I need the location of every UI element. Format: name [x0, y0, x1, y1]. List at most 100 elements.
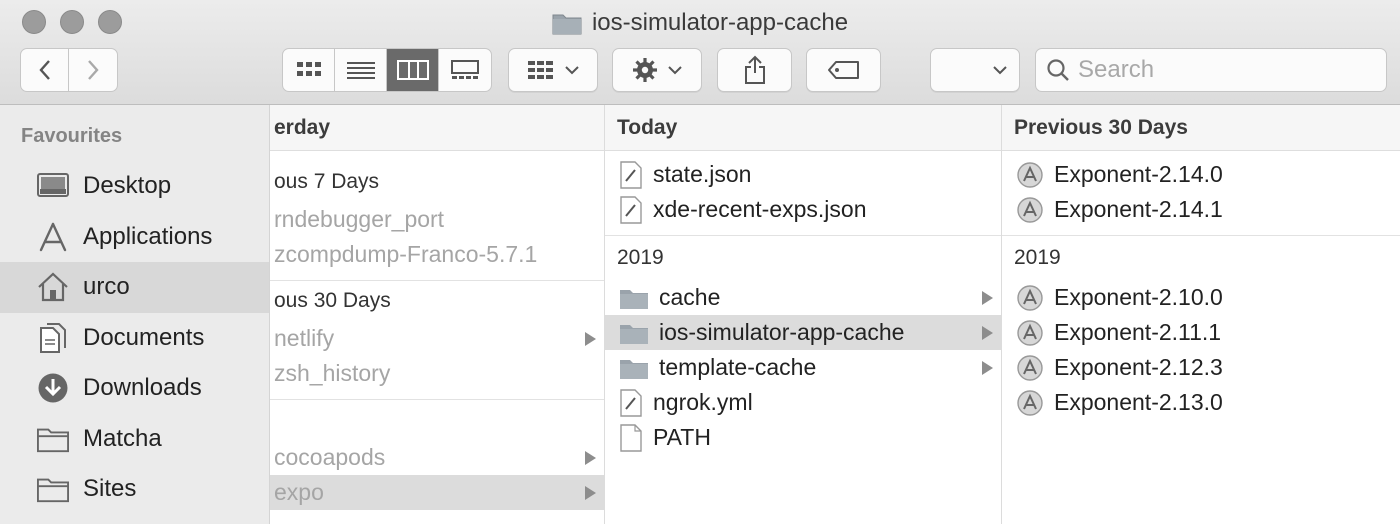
- share-button[interactable]: [717, 48, 792, 92]
- disclosure-arrow-icon: [585, 332, 596, 346]
- file-name: cache: [659, 284, 721, 310]
- grid-icon: [296, 62, 321, 76]
- list-item[interactable]: cache: [605, 280, 1001, 315]
- file-name: Exponent-2.12.3: [1054, 354, 1223, 380]
- sidebar-item-matcha[interactable]: Matcha: [0, 414, 269, 465]
- list-item[interactable]: expo: [258, 475, 604, 510]
- list-item[interactable]: Exponent-2.11.1: [1002, 315, 1400, 350]
- document-icon: [620, 195, 642, 224]
- path-dropdown[interactable]: [930, 48, 1020, 92]
- downloads-icon: [37, 372, 69, 404]
- list-item[interactable]: Exponent-2.13.0: [1002, 385, 1400, 420]
- share-icon: [744, 55, 765, 84]
- app-icon: [1017, 284, 1043, 311]
- list-item[interactable]: ngrok.yml: [605, 385, 1001, 420]
- column-selected-folder: Today state.json xde-recent-exps.json 20…: [605, 105, 1002, 524]
- group-by-button[interactable]: [508, 48, 598, 92]
- list-item[interactable]: Exponent-2.14.1: [1002, 192, 1400, 227]
- folder-icon: [37, 473, 69, 505]
- file-name: cocoapods: [274, 444, 386, 470]
- disclosure-arrow-icon: [982, 361, 993, 375]
- list-icon: [346, 62, 375, 79]
- file-name: rndebugger_port: [274, 206, 445, 232]
- sidebar-item-sites[interactable]: Sites: [0, 464, 269, 515]
- window-title: ios-simulator-app-cache: [591, 9, 849, 36]
- column-view-button[interactable]: [387, 49, 439, 91]
- search-input[interactable]: [1078, 56, 1368, 84]
- file-name: state.json: [653, 161, 752, 187]
- file-name: PATH: [653, 424, 711, 450]
- document-icon: [620, 160, 642, 189]
- list-item[interactable]: PATH: [605, 420, 1001, 455]
- column-header: Today: [605, 105, 1001, 151]
- group-label: 2019: [1014, 246, 1061, 269]
- column-header: Previous 30 Days: [1002, 105, 1400, 151]
- disclosure-arrow-icon: [982, 291, 993, 305]
- sidebar-item-label: Documents: [83, 323, 205, 351]
- tags-button[interactable]: [806, 48, 881, 92]
- folder-icon: [37, 423, 69, 455]
- list-item[interactable]: rndebugger_port: [258, 202, 604, 237]
- sidebar-item-label: Desktop: [83, 172, 172, 200]
- sidebar-item-label: urco: [83, 273, 130, 301]
- chevron-down-icon: [668, 66, 682, 75]
- sidebar-item-label: Downloads: [83, 374, 202, 402]
- chevron-down-icon: [565, 66, 579, 75]
- list-item[interactable]: Exponent-2.14.0: [1002, 157, 1400, 192]
- list-item[interactable]: netlify: [258, 321, 604, 356]
- sidebar-item-applications[interactable]: Applications: [0, 212, 269, 263]
- disclosure-arrow-icon: [982, 326, 993, 340]
- group-label: ous 7 Days: [274, 170, 380, 193]
- file-name: xde-recent-exps.json: [653, 196, 867, 222]
- folder-icon: [620, 289, 648, 309]
- back-button[interactable]: [21, 49, 69, 91]
- desktop-icon: [37, 170, 69, 202]
- file-name: Exponent-2.14.1: [1054, 196, 1223, 222]
- sidebar-item-label: Sites: [83, 475, 137, 503]
- sidebar-item-desktop[interactable]: Desktop: [0, 161, 269, 212]
- column-home: erday ous 7 Days rndebugger_port zcompdu…: [258, 105, 605, 524]
- file-name: zsh_history: [274, 360, 391, 386]
- app-icon: [1017, 319, 1043, 346]
- list-item[interactable]: template-cache: [605, 350, 1001, 385]
- file-name: Exponent-2.14.0: [1054, 161, 1223, 187]
- list-item[interactable]: state.json: [605, 157, 1001, 192]
- search-field[interactable]: [1035, 48, 1387, 92]
- chevron-left-icon: [38, 60, 50, 80]
- file-name: Exponent-2.11.1: [1054, 319, 1222, 345]
- list-item[interactable]: zsh_history: [258, 356, 604, 391]
- column-header: erday: [258, 105, 604, 151]
- list-item-selected[interactable]: ios-simulator-app-cache: [605, 315, 1001, 350]
- action-menu-button[interactable]: [612, 48, 702, 92]
- sidebar-item-documents[interactable]: Documents: [0, 313, 269, 364]
- forward-button[interactable]: [69, 49, 117, 91]
- list-item[interactable]: Exponent-2.10.0: [1002, 280, 1400, 315]
- app-icon: [1017, 161, 1043, 188]
- disclosure-arrow-icon: [585, 486, 596, 500]
- view-mode-control: [282, 48, 492, 92]
- chevron-down-icon: [993, 66, 1007, 75]
- toolbar: ios-simulator-app-cache: [0, 0, 1400, 105]
- column-contents: Previous 30 Days Exponent-2.14.0 Exponen…: [1002, 105, 1400, 524]
- folder-icon: [552, 14, 582, 35]
- disclosure-arrow-icon: [585, 451, 596, 465]
- sidebar: Favourites Desktop Applications urco Doc…: [0, 105, 270, 524]
- list-item[interactable]: xde-recent-exps.json: [605, 192, 1001, 227]
- list-item[interactable]: zcompdump-Franco-5.7.1: [258, 237, 604, 272]
- gear-icon: [633, 58, 657, 82]
- gallery-icon: [451, 60, 479, 79]
- gallery-view-button[interactable]: [439, 49, 491, 91]
- sidebar-item-label: Matcha: [83, 424, 162, 452]
- sidebar-item-downloads[interactable]: Downloads: [0, 363, 269, 414]
- app-icon: [1017, 389, 1043, 416]
- window-title-area: ios-simulator-app-cache: [0, 6, 1400, 40]
- icon-view-button[interactable]: [283, 49, 335, 91]
- file-name: template-cache: [659, 354, 817, 380]
- list-item[interactable]: Exponent-2.12.3: [1002, 350, 1400, 385]
- sidebar-item-urco[interactable]: urco: [0, 262, 269, 313]
- folder-icon: [620, 324, 648, 344]
- folder-icon: [620, 359, 648, 379]
- list-item[interactable]: cocoapods: [258, 440, 604, 475]
- app-icon: [1017, 354, 1043, 381]
- list-view-button[interactable]: [335, 49, 387, 91]
